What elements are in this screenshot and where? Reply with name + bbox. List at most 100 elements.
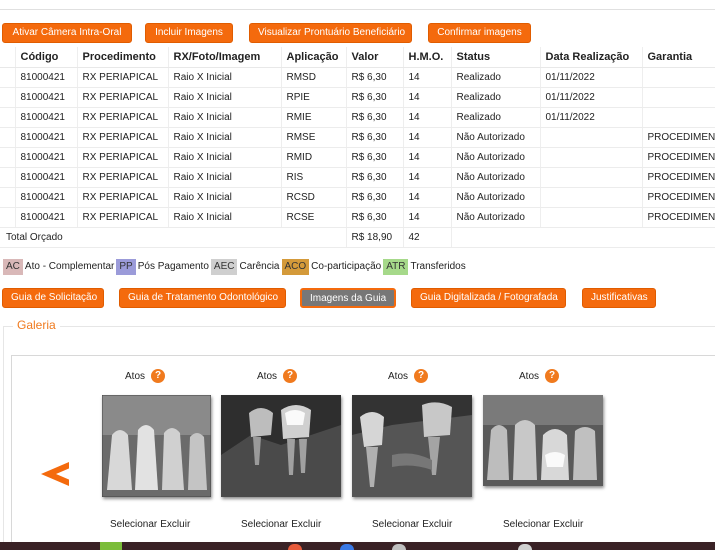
delete-link[interactable]: Excluir [553,519,583,530]
col-header-date[interactable]: Data Realização [540,47,643,68]
cell-hmo: 14 [403,207,452,228]
legend-label-aec: Carência [239,261,280,272]
cell-check [0,187,16,208]
total-label: Total Orçado [0,227,347,248]
delete-link[interactable]: Excluir [422,519,452,530]
cell-procedure: RX PERIAPICAL [77,87,169,108]
delete-link[interactable]: Excluir [291,519,321,530]
col-header-status[interactable]: Status [451,47,541,68]
cell-procedure: RX PERIAPICAL [77,107,169,128]
total-hmo: 42 [403,227,452,248]
table-row[interactable]: 81000421 RX PERIAPICAL Raio X Inicial RC… [0,207,715,228]
help-icon[interactable]: ? [414,369,429,383]
col-header-value[interactable]: Valor [346,47,404,68]
gallery-item-header: Atos ? [388,369,429,383]
table-total-row: Total Orçado R$ 18,90 42 [0,227,715,248]
cell-value: R$ 6,30 [346,147,404,168]
table-row[interactable]: 81000421 RX PERIAPICAL Raio X Inicial RP… [0,87,715,108]
include-images-button[interactable]: Incluir Imagens [145,23,233,43]
cell-status: Não Autorizado [451,167,541,188]
cell-application: RIS [281,167,347,188]
cell-date: 01/11/2022 [540,67,643,88]
guide-images-button[interactable]: Imagens da Guia [300,288,396,308]
cell-code: 81000421 [15,147,78,168]
cell-procedure: RX PERIAPICAL [77,167,169,188]
xray-thumbnail[interactable] [221,395,341,497]
activate-camera-button[interactable]: Ativar Câmera Intra-Oral [2,23,132,43]
gallery-item-header: Atos ? [125,369,166,383]
cell-date: 01/11/2022 [540,107,643,128]
taskbar-app-icon[interactable] [518,544,532,550]
select-link[interactable]: Selecionar [241,519,288,530]
cell-guarantee [642,87,715,108]
col-header-guarantee[interactable]: Garantia [642,47,715,68]
cell-value: R$ 6,30 [346,67,404,88]
select-link[interactable]: Selecionar [110,519,157,530]
col-header-code[interactable]: Código [15,47,78,68]
cell-procedure: RX PERIAPICAL [77,127,169,148]
gallery-item-actions: Selecionar Excluir [503,519,586,530]
justifications-button[interactable]: Justificativas [582,288,656,308]
taskbar [0,542,715,550]
cell-date [540,207,643,228]
help-icon[interactable]: ? [283,369,298,383]
xray-thumbnail[interactable] [483,395,603,486]
col-header-procedure[interactable]: Procedimento [77,47,169,68]
table-row[interactable]: 81000421 RX PERIAPICAL Raio X Inicial RM… [0,107,715,128]
help-icon[interactable]: ? [545,369,560,383]
cell-application: RCSD [281,187,347,208]
taskbar-app-icon[interactable] [100,542,122,550]
cell-code: 81000421 [15,127,78,148]
cell-status: Não Autorizado [451,147,541,168]
table-row[interactable]: 81000421 RX PERIAPICAL Raio X Inicial RC… [0,187,715,208]
cell-date [540,127,643,148]
cell-rx: Raio X Inicial [168,167,282,188]
gallery-item-header: Atos ? [519,369,560,383]
cell-check [0,87,16,108]
help-icon[interactable]: ? [151,369,166,383]
legend-label-ac: Ato - Complementar [24,261,115,272]
cell-check [0,67,16,88]
view-record-button[interactable]: Visualizar Prontuário Beneficiário [249,23,412,43]
legend-code-atr: ATR [383,258,409,275]
table-row[interactable]: 81000421 RX PERIAPICAL Raio X Inicial RI… [0,167,715,188]
gallery-item-actions: Selecionar Excluir [372,519,455,530]
cell-hmo: 14 [403,187,452,208]
col-header-rx[interactable]: RX/Foto/Imagem [168,47,282,68]
treatment-guide-button[interactable]: Guia de Tratamento Odontológico [119,288,286,308]
top-divider [0,0,715,10]
cell-status: Não Autorizado [451,207,541,228]
cell-hmo: 14 [403,127,452,148]
cell-rx: Raio X Inicial [168,187,282,208]
table-row[interactable]: 81000421 RX PERIAPICAL Raio X Inicial RM… [0,127,715,148]
cell-hmo: 14 [403,87,452,108]
atos-label: Atos [388,370,409,382]
cell-code: 81000421 [15,67,78,88]
col-header-check [0,47,16,68]
delete-link[interactable]: Excluir [160,519,190,530]
confirm-images-button[interactable]: Confirmar imagens [428,23,531,43]
cell-rx: Raio X Inicial [168,207,282,228]
request-guide-button[interactable]: Guia de Solicitação [2,288,104,308]
xray-thumbnail[interactable] [102,395,211,497]
taskbar-app-icon[interactable] [288,544,302,550]
col-header-hmo[interactable]: H.M.O. [403,47,452,68]
digitized-guide-button[interactable]: Guia Digitalizada / Fotografada [411,288,566,308]
taskbar-app-icon[interactable] [392,544,406,550]
table-row[interactable]: 81000421 RX PERIAPICAL Raio X Inicial RM… [0,147,715,168]
table-row[interactable]: 81000421 RX PERIAPICAL Raio X Inicial RM… [0,67,715,88]
cell-check [0,107,16,128]
cell-hmo: 14 [403,147,452,168]
procedures-table: Código Procedimento RX/Foto/Imagem Aplic… [0,47,715,248]
xray-thumbnail[interactable] [352,395,472,497]
cell-rx: Raio X Inicial [168,147,282,168]
cell-value: R$ 6,30 [346,167,404,188]
gallery-item-actions: Selecionar Excluir [241,519,324,530]
col-header-application[interactable]: Aplicação [281,47,347,68]
legend-label-pp: Pós Pagamento [137,261,209,272]
select-link[interactable]: Selecionar [503,519,550,530]
legend-code-aco: ACO [281,258,310,275]
select-link[interactable]: Selecionar [372,519,419,530]
arrow-left-icon-notch [56,468,70,480]
taskbar-app-icon[interactable] [340,544,354,550]
